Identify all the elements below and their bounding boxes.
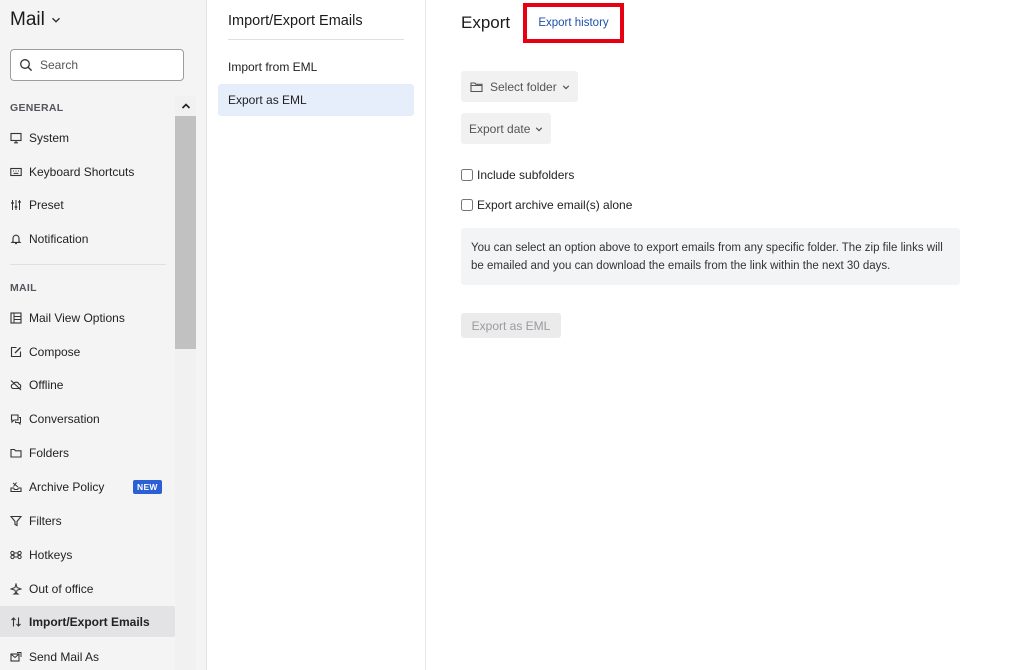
export-archive-option[interactable]: Export archive email(s) alone <box>461 198 632 212</box>
settings-sidebar: Mail GENERAL System Keyboard Shortcuts P… <box>0 0 207 670</box>
export-archive-checkbox[interactable] <box>461 199 473 211</box>
send-as-icon <box>10 651 22 662</box>
search-icon <box>20 59 33 72</box>
include-subfolders-checkbox[interactable] <box>461 169 473 181</box>
section-label-general: GENERAL <box>10 102 64 114</box>
sidebar-item-label: Conversation <box>29 411 100 426</box>
scroll-up-button[interactable] <box>175 96 196 116</box>
sidebar-item-import-export-emails[interactable]: Import/Export Emails <box>0 606 175 637</box>
chevron-down-icon <box>51 17 60 23</box>
sidebar-item-system[interactable]: System <box>0 122 175 153</box>
keyboard-icon <box>10 167 22 176</box>
sidebar-item-filters[interactable]: Filters <box>0 505 175 536</box>
folder-icon <box>10 448 22 458</box>
include-subfolders-label: Include subfolders <box>477 168 575 182</box>
archive-icon <box>10 481 22 492</box>
search-box[interactable] <box>10 49 184 81</box>
sidebar-item-label: Out of office <box>29 581 94 596</box>
select-folder-label: Select folder <box>490 79 557 94</box>
sidebar-item-folders[interactable]: Folders <box>0 437 175 468</box>
sidebar-item-mail-view-options[interactable]: Mail View Options <box>0 302 175 333</box>
panel-divider <box>228 39 404 40</box>
tab-import-from-eml[interactable]: Import from EML <box>218 51 414 83</box>
export-history-link[interactable]: Export history <box>538 17 608 29</box>
chevron-down-icon <box>562 84 569 89</box>
cloud-off-icon <box>10 379 22 390</box>
export-as-eml-button[interactable]: Export as EML <box>461 313 561 338</box>
sidebar-item-label: Mail View Options <box>29 310 125 325</box>
sidebar-item-label: Import/Export Emails <box>29 614 150 629</box>
chevron-up-icon <box>181 103 190 109</box>
sidebar-item-label: System <box>29 130 70 145</box>
info-message: You can select an option above to export… <box>461 228 960 285</box>
sidebar-item-send-mail-as[interactable]: Send Mail As <box>0 641 175 670</box>
sidebar-item-preset[interactable]: Preset <box>0 189 175 220</box>
sidebar-item-label: Keyboard Shortcuts <box>29 164 135 179</box>
sidebar-scrollbar-thumb[interactable] <box>175 116 196 349</box>
chat-icon <box>10 413 21 425</box>
sidebar-item-keyboard-shortcuts[interactable]: Keyboard Shortcuts <box>0 156 175 187</box>
command-icon <box>10 550 22 559</box>
bell-icon <box>10 234 22 244</box>
page-title: Export <box>461 13 511 32</box>
app-switcher[interactable]: Mail <box>10 9 61 31</box>
tab-export-as-eml[interactable]: Export as EML <box>218 84 414 116</box>
sidebar-item-out-of-office[interactable]: Out of office <box>0 573 175 604</box>
import-export-panel: Import/Export Emails Import from EML Exp… <box>207 0 426 670</box>
sidebar-item-label: Send Mail As <box>29 649 100 664</box>
sidebar-item-conversation[interactable]: Conversation <box>0 403 175 434</box>
sidebar-item-label: Archive Policy <box>29 479 105 494</box>
mail-settings-window: Mail GENERAL System Keyboard Shortcuts P… <box>0 0 1012 670</box>
sidebar-item-notification[interactable]: Notification <box>0 223 175 254</box>
select-folder-dropdown[interactable]: Select folder <box>461 71 578 102</box>
sidebar-item-label: Preset <box>29 197 64 212</box>
export-content: Export Export history Select folder Expo… <box>427 0 1012 670</box>
sidebar-item-label: Offline <box>29 377 64 392</box>
chevron-down-icon <box>536 126 543 131</box>
plane-icon <box>10 582 22 594</box>
sidebar-item-label: Compose <box>29 344 81 359</box>
sidebar-item-label: Filters <box>29 513 62 528</box>
filter-icon <box>10 515 22 526</box>
panel-title: Import/Export Emails <box>228 13 363 29</box>
sidebar-item-compose[interactable]: Compose <box>0 336 175 367</box>
sidebar-item-archive-policy[interactable]: Archive Policy NEW <box>0 471 175 502</box>
export-history-highlight: Export history <box>523 3 624 43</box>
layout-icon <box>10 311 22 324</box>
folder-icon <box>470 81 483 92</box>
sidebar-item-offline[interactable]: Offline <box>0 369 175 400</box>
new-badge: NEW <box>133 479 162 494</box>
app-title: Mail <box>10 9 45 30</box>
compose-icon <box>10 346 22 357</box>
export-archive-label: Export archive email(s) alone <box>477 198 633 212</box>
monitor-icon <box>10 132 22 143</box>
sidebar-item-hotkeys[interactable]: Hotkeys <box>0 539 175 570</box>
section-label-mail: MAIL <box>10 282 37 294</box>
include-subfolders-option[interactable]: Include subfolders <box>461 168 574 182</box>
sidebar-item-label: Folders <box>29 445 70 460</box>
sidebar-divider <box>10 264 166 265</box>
sliders-icon <box>11 199 21 210</box>
sidebar-item-label: Hotkeys <box>29 547 73 562</box>
export-date-label: Export date <box>469 121 531 136</box>
swap-icon <box>11 616 21 627</box>
sidebar-item-label: Notification <box>29 231 89 246</box>
search-input[interactable] <box>40 58 170 72</box>
export-date-dropdown[interactable]: Export date <box>461 113 552 144</box>
